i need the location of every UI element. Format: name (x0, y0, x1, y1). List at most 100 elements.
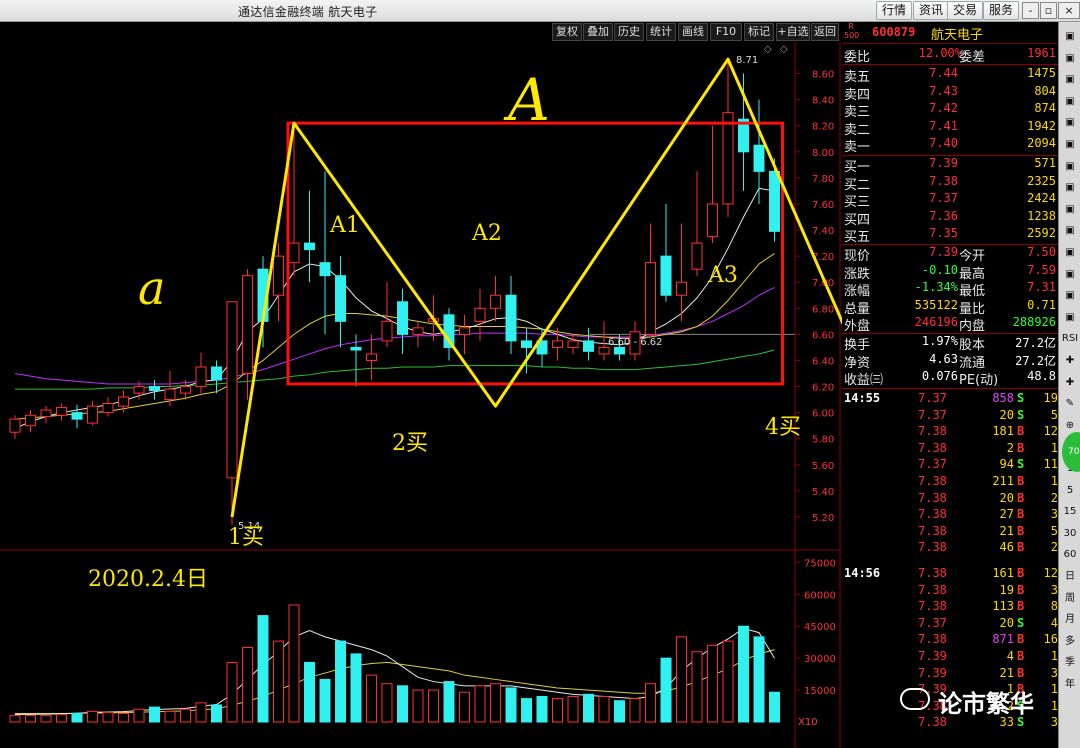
candle-body (195, 366, 207, 388)
strip-tool-0[interactable]: ▣ (1060, 28, 1080, 46)
candle-body (118, 396, 129, 407)
menu-quotes[interactable]: 行情 (876, 1, 912, 20)
candle-body (71, 412, 83, 420)
bid-volume: 2424 (1027, 191, 1056, 206)
strip-tool-1[interactable]: ▣ (1060, 50, 1080, 68)
strip-tool-15[interactable]: ✚ (1060, 352, 1080, 370)
strip-tool-17[interactable]: ✎ (1060, 395, 1080, 413)
maximize-button[interactable]: ▫ (1040, 2, 1057, 19)
minimize-button[interactable]: - (1022, 2, 1039, 19)
tb-history[interactable]: 历史 (614, 23, 644, 41)
kline-chart[interactable]: 8.608.408.208.007.807.607.407.207.006.80… (0, 42, 842, 748)
strip-tool-22[interactable]: 15 (1060, 503, 1080, 521)
tick-row: 7.38 27 B 3 (918, 507, 1058, 522)
strip-tool-13[interactable]: ▣ (1060, 309, 1080, 327)
strip-tool-29[interactable]: 季 (1060, 654, 1080, 672)
close-button[interactable]: × (1058, 2, 1080, 19)
wechat-icon (900, 688, 930, 710)
price-tick-label: 6.40 (812, 356, 834, 367)
strip-tool-11[interactable]: ▣ (1060, 266, 1080, 284)
volume-bar (257, 615, 269, 723)
candle-body (273, 255, 284, 296)
strip-tool-16[interactable]: ✚ (1060, 374, 1080, 392)
strip-tool-6[interactable]: ▣ (1060, 158, 1080, 176)
tb-overlay[interactable]: 叠加 (583, 23, 613, 41)
volume-bar (9, 715, 21, 723)
strip-tool-3[interactable]: ▣ (1060, 93, 1080, 111)
annotation-a1: A1 (329, 213, 360, 238)
r-badge: R 500 (844, 22, 860, 40)
strip-tool-2[interactable]: ▣ (1060, 71, 1080, 89)
tb-stats[interactable]: 统计 (646, 23, 676, 41)
annotation-date: 2020.2.4日 (88, 567, 208, 592)
bid-volume: 1238 (1027, 208, 1056, 223)
volume-bar (304, 661, 315, 723)
volume-bar (552, 698, 563, 723)
volume-bar (753, 636, 765, 723)
ask-volume: 1942 (1027, 118, 1056, 133)
price-tick-label: 5.80 (812, 435, 834, 446)
annotation-buy2: 2买 (392, 431, 428, 456)
strip-tool-7[interactable]: ▣ (1060, 179, 1080, 197)
tb-fuquan[interactable]: 复权 (552, 23, 582, 41)
tb-add-watchlist[interactable]: +自选 (776, 23, 810, 41)
strip-tool-25[interactable]: 日 (1060, 568, 1080, 586)
vol-unit-label: X10 (798, 717, 818, 728)
ask-volume: 804 (1034, 83, 1056, 98)
tick-row: 7.38 21 B 5 (918, 523, 1058, 538)
strip-tool-23[interactable]: 30 (1060, 525, 1080, 543)
bid-volume: 2325 (1027, 173, 1056, 188)
candle-body (133, 386, 145, 394)
volume-bar (195, 702, 207, 723)
strip-tool-21[interactable]: 5 (1060, 482, 1080, 500)
ask-price: 7.41 (929, 118, 958, 133)
strip-tool-5[interactable]: ▣ (1060, 136, 1080, 154)
price-tick-label: 5.60 (812, 461, 834, 472)
diamond-icon-2[interactable]: ◇ (780, 44, 788, 55)
tb-mark[interactable]: 标记 (744, 23, 774, 41)
candle-body (381, 320, 393, 342)
diamond-icon[interactable]: ◇ (764, 44, 772, 55)
fin-row: 换手 1.97% 股本 27.2亿 (844, 334, 1056, 353)
strip-tool-24[interactable]: 60 (1060, 546, 1080, 564)
stat-row: 总量 535122 量比 0.71 (844, 297, 1056, 317)
stock-name: 航天电子 (931, 28, 984, 43)
strip-tool-9[interactable]: ▣ (1060, 222, 1080, 240)
candle-body (707, 203, 718, 238)
annotation-big-a: A (503, 66, 550, 134)
candle-body (211, 366, 222, 381)
fin-row: 净资 4.63 流通 27.2亿 (844, 351, 1056, 371)
strip-tool-26[interactable]: 周 (1060, 590, 1080, 608)
strip-tool-30[interactable]: 年 (1060, 676, 1080, 694)
tick-row: 7.38 211 B 1 (918, 474, 1058, 488)
volume-bar (722, 640, 734, 723)
menu-news[interactable]: 资讯 (913, 1, 949, 20)
strip-tool-12[interactable]: ▣ (1060, 287, 1080, 305)
strip-tool-8[interactable]: ▣ (1060, 201, 1080, 219)
volume-bar (149, 706, 160, 723)
strip-tool-28[interactable]: 多 (1060, 633, 1080, 651)
tb-back[interactable]: 返回 (811, 23, 839, 41)
stock-code: 600879 (872, 25, 916, 39)
candle-body (25, 414, 36, 427)
strip-tool-27[interactable]: 月 (1060, 611, 1080, 629)
tick-row: 7.38 19 B 3 (918, 582, 1058, 597)
volume-bar (536, 695, 548, 723)
tb-draw[interactable]: 画线 (678, 23, 708, 41)
volume-bar (629, 698, 641, 723)
volume-bar (598, 695, 610, 723)
bid-price: 7.38 (929, 173, 958, 188)
strip-tool-14[interactable]: RSI (1060, 330, 1080, 348)
menu-trade[interactable]: 交易 (947, 1, 983, 20)
bid-price: 7.39 (929, 156, 958, 170)
tick-row: 7.38 46 B 2 (918, 540, 1058, 555)
candle-body (567, 340, 579, 348)
menu-service[interactable]: 服务 (983, 1, 1019, 20)
strip-tool-4[interactable]: ▣ (1060, 114, 1080, 132)
strip-tool-10[interactable]: ▣ (1060, 244, 1080, 262)
price-tick-label: 8.40 (812, 96, 834, 107)
volume-bar (676, 636, 687, 723)
bid-row: 买二 7.38 2325 (844, 173, 1056, 193)
tb-f10[interactable]: F10 (710, 23, 742, 41)
volume-bar (707, 644, 718, 723)
